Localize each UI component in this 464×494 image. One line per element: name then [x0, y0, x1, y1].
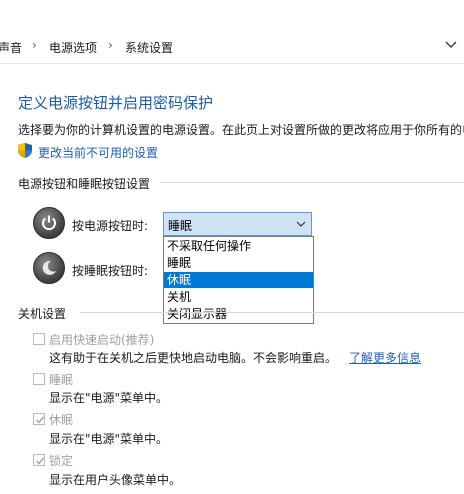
hibernate-label: 休眠: [49, 413, 74, 427]
fast-startup-checkbox[interactable]: [33, 333, 45, 345]
option-do-nothing[interactable]: 不采取任何操作: [164, 238, 313, 254]
shutdown-section-heading: 关机设置: [18, 307, 67, 321]
sleep-button-icon: [33, 252, 65, 284]
breadcrumb-power-options[interactable]: 电源选项: [49, 39, 97, 56]
power-button-label: 按电源按钮时:: [72, 219, 149, 233]
sleep-checkbox[interactable]: [33, 373, 45, 385]
learn-more-link[interactable]: 了解更多信息: [349, 351, 421, 365]
power-button-select[interactable]: 睡眠: [163, 212, 312, 236]
lock-checkbox[interactable]: [33, 454, 45, 466]
fast-startup-desc-text: 这有助于在关机之后更快地启动电脑。不会影响重启。: [49, 351, 338, 365]
hibernate-checkbox[interactable]: [33, 413, 45, 425]
sleep-button-label: 按睡眠按钮时:: [72, 264, 149, 278]
breadcrumb-sound[interactable]: 声音: [0, 39, 22, 56]
address-bar[interactable]: 声音 › 电源选项 › 系统设置: [0, 31, 464, 64]
power-section-heading: 电源按钮和睡眠按钮设置: [18, 177, 151, 191]
chevron-down-icon[interactable]: [444, 37, 458, 51]
change-unavailable-settings-link[interactable]: 更改当前不可用的设置: [38, 144, 158, 161]
option-hibernate[interactable]: 休眠: [164, 272, 313, 288]
option-sleep[interactable]: 睡眠: [164, 255, 313, 271]
power-button-dropdown[interactable]: 不采取任何操作 睡眠 休眠 关机 关闭显示器: [163, 236, 314, 324]
option-shut-down[interactable]: 关机: [164, 289, 313, 305]
power-button-icon: [33, 207, 65, 239]
section-divider: [160, 182, 464, 183]
lock-description: 显示在用户头像菜单中。: [49, 473, 182, 487]
hibernate-description: 显示在"电源"菜单中。: [49, 432, 169, 446]
fast-startup-label: 启用快速启动(推荐): [49, 333, 155, 347]
power-button-selected-value: 睡眠: [168, 219, 193, 233]
section-divider: [80, 312, 464, 313]
breadcrumb-separator[interactable]: ›: [108, 38, 113, 52]
breadcrumb-system-settings: 系统设置: [125, 41, 174, 55]
sleep-label: 睡眠: [49, 373, 74, 387]
page-description: 选择要为你的计算机设置的电源设置。在此页上对设置所做的更改将应用于你所有的电: [18, 123, 464, 137]
lock-label: 锁定: [49, 454, 74, 468]
sleep-description: 显示在"电源"菜单中。: [49, 391, 169, 405]
chevron-down-icon: [296, 221, 306, 227]
checkmark-icon: [36, 416, 45, 424]
uac-shield-icon: [18, 143, 32, 158]
page-title: 定义电源按钮并启用密码保护: [18, 94, 214, 112]
option-turn-off-display[interactable]: 关闭显示器: [164, 306, 313, 322]
checkmark-icon: [36, 457, 45, 465]
fast-startup-description: 这有助于在关机之后更快地启动电脑。不会影响重启。 了解更多信息: [49, 349, 421, 366]
breadcrumb-separator[interactable]: ›: [32, 38, 37, 52]
